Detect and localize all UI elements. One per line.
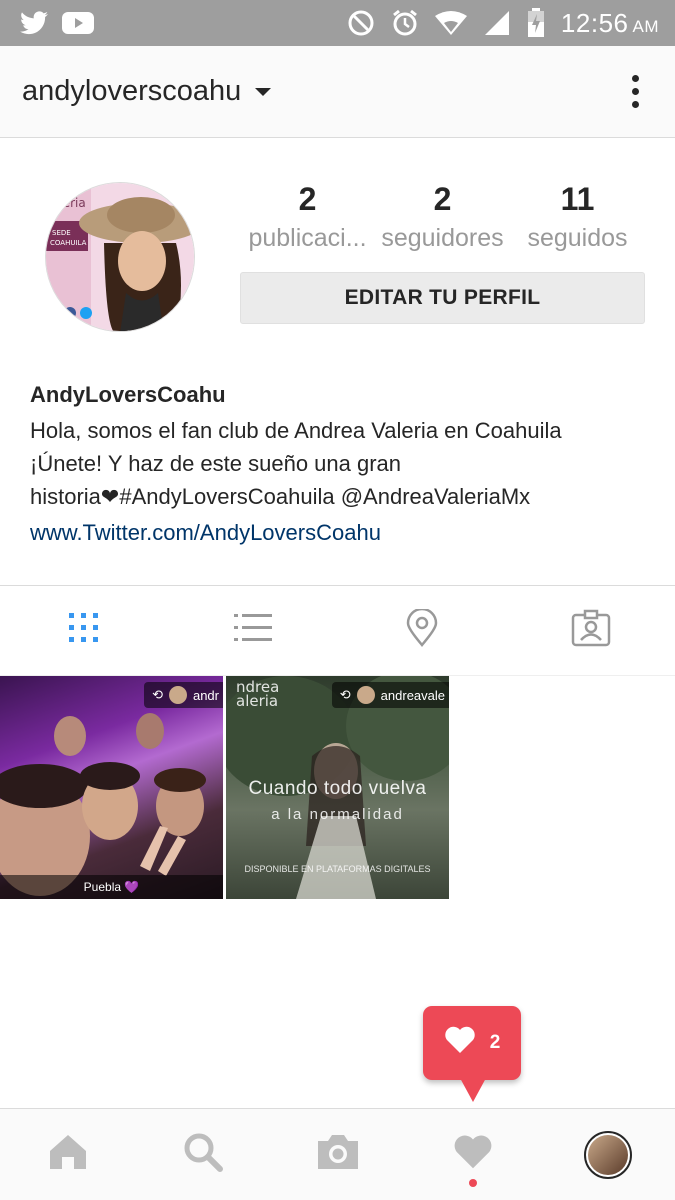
tagged-icon xyxy=(571,609,611,652)
location-icon xyxy=(406,607,438,652)
svg-text:aleria: aleria xyxy=(52,196,86,210)
svg-text:COAHUILA: COAHUILA xyxy=(50,239,87,247)
notification-bubble-tail xyxy=(460,1078,486,1102)
do-not-disturb-icon xyxy=(347,9,375,37)
tab-tagged[interactable] xyxy=(506,586,675,675)
signal-icon xyxy=(483,9,511,37)
clock: 12:56 AM xyxy=(560,7,659,38)
heart-icon xyxy=(444,1026,476,1060)
profile-avatar xyxy=(583,1130,632,1179)
notification-count: 2 xyxy=(489,1032,501,1053)
nav-activity[interactable] xyxy=(405,1109,540,1200)
bottom-navigation xyxy=(0,1108,675,1200)
profile-summary: aleria SEDE COAHUILA 2 publicaci... 2 se… xyxy=(0,138,675,368)
grid-icon xyxy=(68,612,100,649)
nav-camera[interactable] xyxy=(270,1109,405,1200)
post-overlay-title: ndrea aleria xyxy=(236,678,280,710)
activity-notification-bubble[interactable]: 2 xyxy=(423,1006,521,1080)
post-image xyxy=(0,713,206,896)
search-icon xyxy=(183,1132,223,1177)
stat-posts[interactable]: 2 publicaci... xyxy=(240,178,375,256)
post-thumbnail[interactable]: ⟲ andr Puebla 💜 xyxy=(0,676,223,899)
followers-label: seguidores xyxy=(381,224,504,252)
camera-icon xyxy=(316,1133,360,1176)
post-caption: Puebla 💜 xyxy=(0,875,223,899)
nav-home[interactable] xyxy=(0,1109,135,1200)
profile-stats: 2 publicaci... 2 seguidores 11 seguidos xyxy=(240,178,645,256)
tab-grid[interactable] xyxy=(0,586,169,675)
bio-text: Hola, somos el fan club de Andrea Valeri… xyxy=(30,414,650,513)
repost-username: andreavale xyxy=(380,687,445,703)
bio-line: Hola, somos el fan club de Andrea Valeri… xyxy=(30,418,562,443)
list-icon xyxy=(234,613,273,648)
posts-grid: ⟲ andr Puebla 💜 ndrea aleria ⟲ andreaval… xyxy=(0,676,675,899)
repost-icon: ⟲ xyxy=(152,687,163,702)
display-name: AndyLoversCoahu xyxy=(30,382,226,407)
repost-username: andr xyxy=(192,687,219,703)
stat-following[interactable]: 11 seguidos xyxy=(510,178,645,256)
bio-line: ¡Únete! Y haz de este sueño una gran xyxy=(30,451,402,476)
heart-icon xyxy=(453,1134,493,1175)
bio-line: historia❤#AndyLoversCoahuila @AndreaVale… xyxy=(30,484,531,509)
nav-search[interactable] xyxy=(135,1109,270,1200)
wifi-icon xyxy=(434,10,467,36)
post-overlay-sub: a la normalidad xyxy=(271,806,404,823)
alarm-icon xyxy=(391,9,419,37)
twitter-icon xyxy=(20,11,48,35)
tab-list[interactable] xyxy=(169,586,338,675)
home-icon xyxy=(48,1133,88,1176)
repost-tag: ⟲ andreavale xyxy=(331,682,449,708)
repost-icon: ⟲ xyxy=(339,687,351,702)
status-bar: 12:56 AM xyxy=(0,0,675,46)
followers-count: 2 xyxy=(433,181,452,217)
post-overlay-main: Cuando todo vuelva xyxy=(248,778,427,799)
stat-followers[interactable]: 2 seguidores xyxy=(375,178,510,256)
youtube-icon xyxy=(62,12,94,34)
avatar xyxy=(356,686,375,704)
repost-tag: ⟲ andr xyxy=(144,682,223,708)
edit-profile-button[interactable]: EDITAR TU PERFIL xyxy=(240,272,645,324)
overflow-menu-icon[interactable] xyxy=(632,75,639,108)
posts-count: 2 xyxy=(298,181,317,217)
post-thumbnail[interactable]: ndrea aleria ⟲ andreavale Cuando todo vu… xyxy=(226,676,449,899)
profile-view-tabs xyxy=(0,585,675,676)
svg-text:SEDE: SEDE xyxy=(52,229,71,237)
battery-icon xyxy=(527,8,545,38)
following-label: seguidos xyxy=(527,224,628,252)
account-switcher-username[interactable]: andyloverscoahu xyxy=(22,75,241,108)
profile-avatar[interactable]: aleria SEDE COAHUILA xyxy=(45,182,195,332)
posts-label: publicaci... xyxy=(248,224,367,252)
profile-bio: AndyLoversCoahu Hola, somos el fan club … xyxy=(30,378,650,551)
avatar xyxy=(168,686,187,704)
activity-indicator-dot xyxy=(468,1179,477,1187)
nav-profile[interactable] xyxy=(540,1109,675,1200)
following-count: 11 xyxy=(560,181,595,217)
chevron-down-icon[interactable] xyxy=(255,87,272,96)
post-overlay-small: DISPONIBLE EN PLATAFORMAS DIGITALES xyxy=(244,864,431,874)
profile-header-bar: andyloverscoahu xyxy=(0,46,675,138)
website-link[interactable]: www.Twitter.com/AndyLoversCoahu xyxy=(30,515,650,551)
tab-location[interactable] xyxy=(338,586,507,675)
